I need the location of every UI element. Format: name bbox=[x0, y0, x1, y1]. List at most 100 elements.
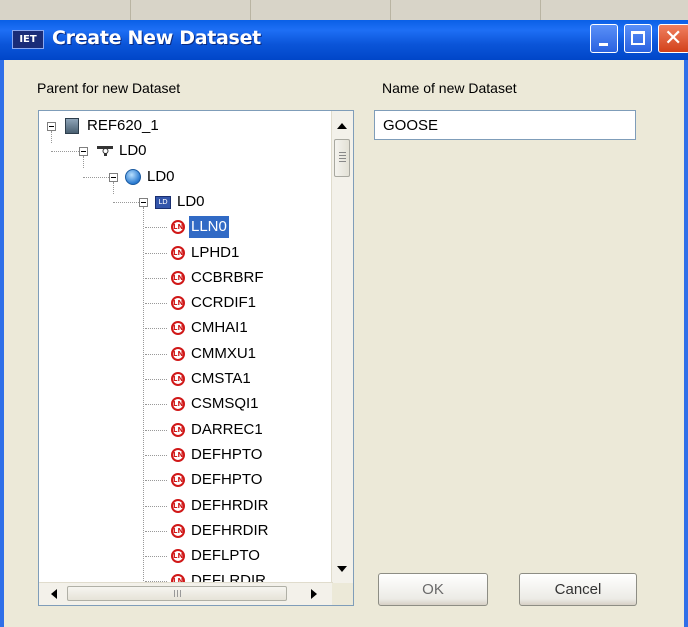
parent-tree[interactable]: REF620_1 LD0 LD0 LD LD0 LN LLN0 LN LPHD1 LN CCBRBR… bbox=[38, 110, 354, 606]
tree-collapse-icon[interactable] bbox=[109, 172, 118, 182]
close-icon: ✕ bbox=[664, 26, 683, 51]
tree-vertical-scrollbar[interactable] bbox=[331, 111, 353, 584]
tree-node[interactable]: DEFHRDIR bbox=[189, 520, 271, 542]
dataset-name-input[interactable] bbox=[374, 110, 636, 140]
scroll-right-icon[interactable] bbox=[311, 589, 317, 599]
tree-node-label: LPHD1 bbox=[191, 243, 240, 261]
tree-connector-line bbox=[113, 201, 139, 203]
tree-node-label: REF620_1 bbox=[87, 117, 159, 134]
tree-horizontal-scrollbar[interactable] bbox=[39, 582, 333, 605]
logical-node-icon: LN bbox=[171, 321, 185, 336]
tree-node[interactable]: DARREC1 bbox=[189, 419, 265, 441]
tree-node-label: LLN0 bbox=[189, 216, 229, 239]
tree-connector-line bbox=[83, 156, 84, 169]
name-label: Name of new Dataset bbox=[382, 80, 517, 96]
tree-node[interactable]: DEFHPTO bbox=[189, 444, 264, 466]
tree-collapse-icon[interactable] bbox=[139, 197, 148, 207]
logical-node-icon: LN bbox=[171, 296, 185, 311]
logical-node-icon: LN bbox=[171, 270, 185, 285]
logical-node-icon: LN bbox=[171, 523, 185, 538]
server-globe-icon bbox=[125, 168, 141, 185]
scrollbar-corner bbox=[332, 583, 353, 605]
logical-node-icon: LN bbox=[171, 447, 185, 462]
tree-node-selected[interactable]: LLN0 bbox=[189, 216, 229, 239]
logical-node-icon: LN bbox=[171, 549, 185, 564]
tree-node-label: DEFHPTO bbox=[191, 471, 263, 489]
logical-node-icon: LN bbox=[171, 498, 185, 513]
close-button[interactable]: ✕ bbox=[658, 24, 688, 53]
tree-node[interactable]: REF620_1 bbox=[85, 115, 161, 137]
tree-node[interactable]: LD0 bbox=[145, 166, 177, 188]
create-dataset-dialog: IET Create New Dataset ✕ Parent for new … bbox=[0, 0, 688, 627]
tree-node-label: LD0 bbox=[119, 142, 147, 160]
parent-label: Parent for new Dataset bbox=[37, 80, 181, 96]
logical-device-icon: LD bbox=[155, 195, 171, 209]
tree-node-label: CCBRBRF bbox=[191, 268, 264, 286]
tree-node-label: CMMXU1 bbox=[191, 344, 257, 362]
tree-node[interactable]: LPHD1 bbox=[189, 242, 241, 264]
tree-connector-line bbox=[145, 328, 167, 330]
tree-connector-line bbox=[145, 505, 167, 507]
dialog-title: Create New Dataset bbox=[52, 27, 261, 49]
tree-connector-line bbox=[51, 131, 52, 143]
tree-node-label: CCRDIF1 bbox=[191, 294, 257, 312]
window-frame-right bbox=[684, 60, 688, 627]
background-window-strip bbox=[0, 0, 688, 21]
tree-node-label: DARREC1 bbox=[191, 420, 263, 438]
tree-connector-line bbox=[145, 454, 167, 456]
tree-connector-line bbox=[145, 404, 167, 406]
tree-node[interactable]: CCBRBRF bbox=[189, 267, 266, 289]
tree-node[interactable]: DEFHPTO bbox=[189, 469, 264, 491]
minimize-icon bbox=[599, 43, 608, 46]
server-device-icon bbox=[65, 118, 79, 134]
ok-button[interactable]: OK bbox=[378, 573, 488, 606]
tree-node[interactable]: CCRDIF1 bbox=[189, 292, 258, 314]
tree-connector-line bbox=[143, 206, 144, 605]
window-frame-left bbox=[0, 60, 4, 627]
tree-node-label: DEFHRDIR bbox=[191, 496, 269, 514]
tree-connector-line bbox=[145, 277, 167, 279]
scroll-left-icon[interactable] bbox=[51, 589, 57, 599]
horizontal-scroll-thumb[interactable] bbox=[67, 586, 287, 601]
tree-node[interactable]: DEFLPTO bbox=[189, 545, 262, 567]
tree-node[interactable]: CMSTA1 bbox=[189, 368, 253, 390]
tree-node[interactable]: LD0 bbox=[117, 140, 149, 162]
logical-node-icon: LN bbox=[171, 346, 185, 361]
cancel-button[interactable]: Cancel bbox=[519, 573, 637, 606]
tree-node-label: DEFHPTO bbox=[191, 445, 263, 463]
minimize-button[interactable] bbox=[590, 24, 618, 53]
tree-connector-line bbox=[145, 353, 167, 355]
app-icon: IET bbox=[12, 30, 44, 49]
tree-node[interactable]: CMMXU1 bbox=[189, 343, 258, 365]
tree-connector-line bbox=[113, 181, 114, 194]
tree-node[interactable]: CSMSQI1 bbox=[189, 393, 261, 415]
tree-node-label: LD0 bbox=[177, 192, 205, 210]
logical-node-icon: LN bbox=[171, 220, 185, 235]
tree-connector-line bbox=[145, 480, 167, 482]
tree-connector-line bbox=[83, 176, 109, 178]
vertical-scroll-thumb[interactable] bbox=[334, 139, 350, 177]
tree-node-label: CSMSQI1 bbox=[191, 395, 259, 413]
tree-node[interactable]: CMHAI1 bbox=[189, 317, 250, 339]
tree-node-label: DEFHRDIR bbox=[191, 521, 269, 539]
tree-node[interactable]: LD0 bbox=[175, 191, 207, 213]
scroll-down-icon[interactable] bbox=[337, 566, 347, 572]
tree-collapse-icon[interactable] bbox=[79, 147, 88, 157]
access-point-icon bbox=[97, 144, 113, 158]
tree-connector-line bbox=[145, 429, 167, 431]
tree-connector-line bbox=[145, 227, 167, 229]
logical-node-icon: LN bbox=[171, 372, 185, 386]
logical-node-icon: LN bbox=[171, 422, 185, 437]
scroll-up-icon[interactable] bbox=[337, 123, 347, 129]
tree-collapse-icon[interactable] bbox=[47, 122, 56, 131]
tree-connector-line bbox=[145, 556, 167, 558]
tree-node-label: CMHAI1 bbox=[191, 319, 248, 337]
tree-node-label: LD0 bbox=[147, 167, 175, 185]
tree-node[interactable]: DEFHRDIR bbox=[189, 495, 271, 517]
logical-node-icon: LN bbox=[171, 245, 185, 260]
tree-connector-line bbox=[145, 379, 167, 380]
maximize-button[interactable] bbox=[624, 24, 652, 53]
tree-connector-line bbox=[145, 303, 167, 305]
tree-connector-line bbox=[51, 151, 79, 153]
tree-node-label: CMSTA1 bbox=[191, 370, 251, 387]
